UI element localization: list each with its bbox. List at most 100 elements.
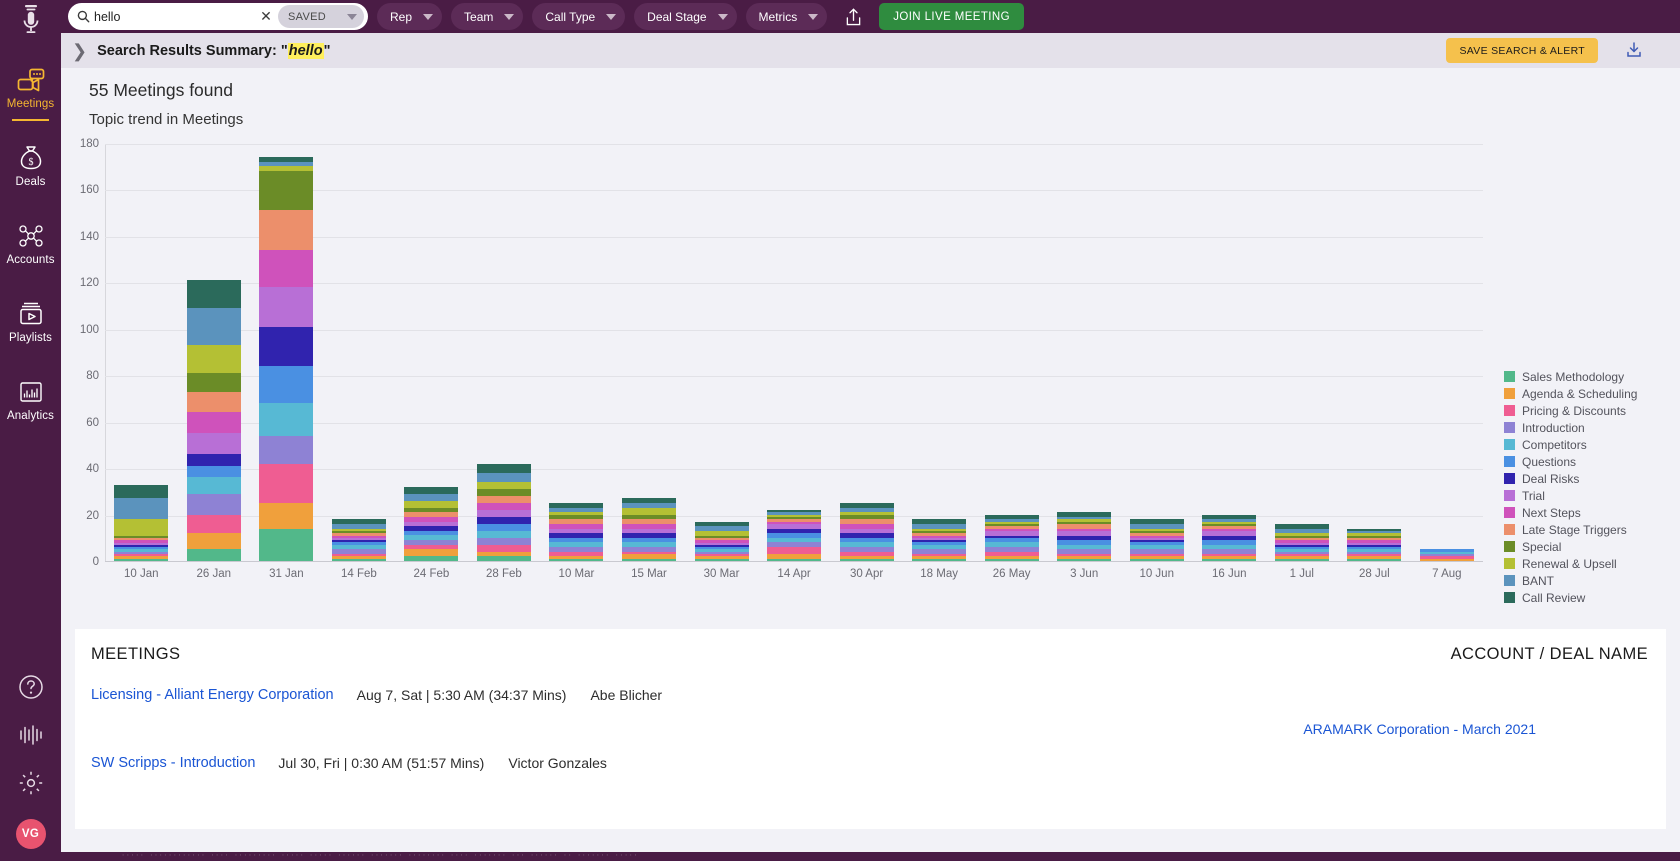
saved-searches-dropdown[interactable]: SAVED <box>278 5 364 28</box>
meeting-row[interactable]: SW Scripps - Introduction Jul 30, Fri | … <box>75 746 1666 780</box>
bar-segment[interactable] <box>985 559 1039 561</box>
bar-segment[interactable] <box>187 477 241 493</box>
legend-item[interactable]: Agenda & Scheduling <box>1504 385 1680 402</box>
stacked-bar[interactable] <box>1130 519 1184 561</box>
bar-segment[interactable] <box>622 508 676 515</box>
legend-item[interactable]: Questions <box>1504 453 1680 470</box>
search-input[interactable] <box>90 10 258 24</box>
sidebar-item-deals[interactable]: $ Deals <box>0 134 61 195</box>
bar-segment[interactable] <box>477 464 531 473</box>
stacked-bar[interactable] <box>1347 529 1401 561</box>
bar-segment[interactable] <box>1130 559 1184 561</box>
bar-segment[interactable] <box>187 412 241 433</box>
legend-item[interactable]: Next Steps <box>1504 504 1680 521</box>
bar-segment[interactable] <box>187 515 241 534</box>
filter-deal-stage[interactable]: Deal Stage <box>634 3 736 30</box>
bar-segment[interactable] <box>477 524 531 531</box>
filter-call-type[interactable]: Call Type <box>532 3 625 30</box>
bar-segment[interactable] <box>187 373 241 392</box>
stacked-bar[interactable] <box>477 464 531 561</box>
bar-segment[interactable] <box>767 547 821 554</box>
bar-segment[interactable] <box>259 529 313 562</box>
bar-segment[interactable] <box>187 308 241 345</box>
stacked-bar[interactable] <box>1420 549 1474 561</box>
bar-segment[interactable] <box>259 464 313 503</box>
bar-segment[interactable] <box>187 345 241 373</box>
bar-segment[interactable] <box>404 494 458 501</box>
stacked-bar[interactable] <box>332 519 386 561</box>
bar-segment[interactable] <box>477 503 531 510</box>
bar-segment[interactable] <box>259 287 313 326</box>
bar-segment[interactable] <box>1420 559 1474 561</box>
legend-item[interactable]: Deal Risks <box>1504 470 1680 487</box>
bar-segment[interactable] <box>114 519 168 535</box>
legend-item[interactable]: Call Review <box>1504 589 1680 606</box>
bar-segment[interactable] <box>187 466 241 478</box>
bar-segment[interactable] <box>404 549 458 556</box>
bar-segment[interactable] <box>622 559 676 561</box>
bar-segment[interactable] <box>477 556 531 561</box>
bar-segment[interactable] <box>404 501 458 508</box>
bar-segment[interactable] <box>912 559 966 561</box>
stacked-bar[interactable] <box>259 157 313 561</box>
avatar[interactable]: VG <box>16 819 46 849</box>
bar-segment[interactable] <box>1275 559 1329 561</box>
download-icon[interactable] <box>1624 40 1644 65</box>
stacked-bar[interactable] <box>985 515 1039 561</box>
bar-segment[interactable] <box>259 171 313 210</box>
bar-segment[interactable] <box>187 433 241 454</box>
bar-segment[interactable] <box>404 556 458 561</box>
sidebar-item-meetings[interactable]: Meetings <box>0 56 61 117</box>
legend-item[interactable]: BANT <box>1504 572 1680 589</box>
join-live-meeting-button[interactable]: JOIN LIVE MEETING <box>879 3 1024 30</box>
bar-segment[interactable] <box>187 392 241 413</box>
bar-segment[interactable] <box>1202 559 1256 561</box>
bar-segment[interactable] <box>477 489 531 496</box>
search-box[interactable]: ✕ SAVED <box>68 3 368 30</box>
bar-segment[interactable] <box>1347 559 1401 561</box>
stacked-bar[interactable] <box>1202 515 1256 561</box>
stacked-bar[interactable] <box>912 519 966 561</box>
bar-segment[interactable] <box>114 559 168 561</box>
bar-segment[interactable] <box>404 487 458 494</box>
bar-segment[interactable] <box>695 559 749 561</box>
bar-segment[interactable] <box>187 533 241 549</box>
bar-segment[interactable] <box>477 482 531 489</box>
bar-segment[interactable] <box>259 403 313 436</box>
filter-team[interactable]: Team <box>451 3 523 30</box>
bar-segment[interactable] <box>259 436 313 464</box>
bar-segment[interactable] <box>477 517 531 524</box>
meeting-row[interactable]: Licensing - Alliant Energy Corporation A… <box>75 678 1666 712</box>
bar-segment[interactable] <box>114 498 168 519</box>
account-deal-link[interactable]: ARAMARK Corporation - March 2021 <box>1303 721 1536 737</box>
bar-segment[interactable] <box>477 496 531 503</box>
bar-segment[interactable] <box>332 559 386 561</box>
stacked-bar[interactable] <box>695 522 749 561</box>
bar-segment[interactable] <box>477 545 531 552</box>
filter-metrics[interactable]: Metrics <box>746 3 828 30</box>
stacked-bar[interactable] <box>1275 524 1329 561</box>
clear-search-icon[interactable]: ✕ <box>258 8 274 25</box>
legend-item[interactable]: Trial <box>1504 487 1680 504</box>
meeting-account-row[interactable]: ARAMARK Corporation - March 2021 <box>75 712 1666 746</box>
save-search-alert-button[interactable]: SAVE SEARCH & ALERT <box>1446 38 1598 63</box>
sidebar-item-analytics[interactable]: Analytics <box>0 368 61 429</box>
bar-segment[interactable] <box>187 280 241 308</box>
sidebar-item-playlists[interactable]: Playlists <box>0 290 61 351</box>
bar-segment[interactable] <box>114 485 168 499</box>
stacked-bar[interactable] <box>404 487 458 561</box>
bar-segment[interactable] <box>549 559 603 561</box>
bar-segment[interactable] <box>767 559 821 561</box>
settings-gear-icon[interactable] <box>18 770 44 801</box>
bar-segment[interactable] <box>477 473 531 482</box>
help-icon[interactable] <box>18 674 44 705</box>
bar-segment[interactable] <box>187 549 241 561</box>
bar-segment[interactable] <box>259 503 313 529</box>
legend-item[interactable]: Pricing & Discounts <box>1504 402 1680 419</box>
legend-item[interactable]: Competitors <box>1504 436 1680 453</box>
stacked-bar[interactable] <box>549 503 603 561</box>
meeting-name-link[interactable]: Licensing - Alliant Energy Corporation <box>91 687 334 703</box>
filter-rep[interactable]: Rep <box>377 3 442 30</box>
bar-segment[interactable] <box>477 531 531 538</box>
legend-item[interactable]: Special <box>1504 538 1680 555</box>
